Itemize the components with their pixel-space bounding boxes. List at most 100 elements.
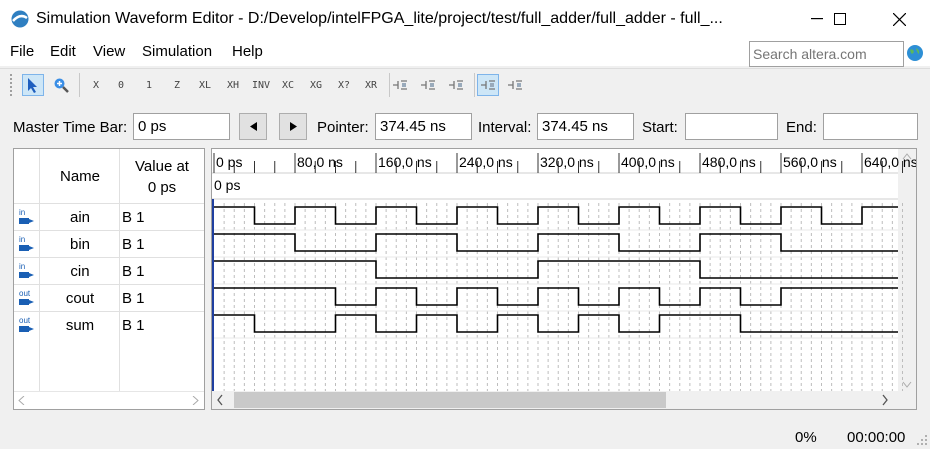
zoom-tool-icon[interactable]	[50, 74, 72, 96]
input-pin-icon: in	[19, 262, 34, 278]
resize-grip-icon[interactable]	[916, 434, 928, 446]
signal-value: B 1	[122, 236, 145, 253]
close-icon	[892, 12, 906, 26]
pointer-field[interactable]: 374.45 ns	[375, 113, 472, 140]
force-weak-high-label: XH	[226, 79, 240, 91]
time-tick-label: 480,0 ns	[702, 154, 756, 170]
triangle-left-icon	[249, 122, 257, 131]
invert-icon[interactable]: INV	[250, 74, 272, 96]
signal-row-ain[interactable]: in ain B 1	[14, 203, 204, 230]
signal-trace	[214, 206, 898, 225]
invert-label: INV	[251, 79, 271, 91]
end-label: End:	[786, 119, 817, 136]
force-low-label: 0	[117, 79, 125, 91]
value-column-header-line2: 0 ps	[147, 179, 177, 196]
toolbar-grip[interactable]	[10, 74, 13, 96]
horizontal-scroll-thumb[interactable]	[234, 392, 666, 408]
time-tick-label: 160,0 ns	[378, 154, 432, 170]
output-pin-icon: out	[19, 316, 34, 332]
svg-text:out: out	[19, 289, 31, 298]
waveform-horizontal-scrollbar[interactable]	[212, 391, 916, 409]
random-values-icon[interactable]: X?	[333, 74, 355, 96]
value-column-header-line1[interactable]: Value at	[120, 158, 204, 175]
force-weak-low-label: XL	[198, 79, 212, 91]
align-icon[interactable]	[417, 74, 439, 96]
signal-trace	[214, 314, 898, 333]
signal-name: sum	[65, 317, 95, 334]
menu-view[interactable]: View	[93, 43, 125, 60]
signal-trace	[214, 260, 898, 279]
start-label: Start:	[642, 119, 678, 136]
master-time-bar-label: Master Time Bar:	[13, 119, 128, 136]
signal-list-panel: Name Value at 0 ps in ain B 1 in bin B 1 in cin…	[13, 148, 205, 410]
signal-value: B 1	[122, 317, 145, 334]
time-ruler[interactable]: 0 ps 80,0 ns 160,0 ns 240,0 ns 320,0 ns 400,0…	[213, 153, 916, 173]
signal-row-cout[interactable]: out cout B 1	[14, 284, 204, 311]
time-tick-label: 640,0 ns	[864, 154, 916, 170]
menu-help[interactable]: Help	[232, 43, 263, 60]
overwrite-clock-icon[interactable]: XG	[305, 74, 327, 96]
elapsed-time-text: 00:00:00	[847, 429, 906, 446]
window-title: Simulation Waveform Editor - D:/Develop/…	[36, 10, 723, 27]
force-weak-low-icon[interactable]: XL	[194, 74, 216, 96]
dont-care-label: XR	[364, 79, 378, 91]
signal-trace	[214, 233, 898, 252]
previous-transition-button[interactable]	[239, 113, 267, 140]
menu-file[interactable]: File	[10, 43, 34, 60]
svg-text:out: out	[19, 316, 31, 325]
close-button[interactable]	[876, 0, 922, 38]
force-unknown-label: X	[92, 79, 100, 91]
overwrite-icon[interactable]	[477, 74, 499, 96]
input-pin-icon: in	[19, 208, 34, 224]
progress-text: 0%	[795, 429, 817, 446]
signal-trace	[214, 287, 898, 306]
toolbar-separator	[474, 73, 475, 97]
names-horizontal-scrollbar[interactable]	[14, 391, 204, 409]
menu-edit[interactable]: Edit	[50, 43, 76, 60]
time-grid	[223, 203, 903, 391]
force-high-impedance-icon[interactable]: Z	[166, 74, 188, 96]
signal-name: bin	[69, 236, 91, 253]
start-field[interactable]	[685, 113, 778, 140]
signal-name: ain	[69, 209, 91, 226]
waveform-canvas[interactable]: 0 ps 80,0 ns 160,0 ns 240,0 ns 320,0 ns 400,0…	[212, 149, 916, 409]
arrange-icon[interactable]	[445, 74, 467, 96]
master-time-bar-field[interactable]: 0 ps	[133, 113, 230, 140]
interval-field[interactable]: 374.45 ns	[537, 113, 634, 140]
waveform-panel[interactable]: 0 ps 80,0 ns 160,0 ns 240,0 ns 320,0 ns 400,0…	[211, 148, 917, 410]
random-values-label: X?	[337, 79, 351, 91]
app-icon	[11, 10, 29, 28]
svg-text:in: in	[19, 235, 25, 244]
count-value-icon[interactable]: XC	[277, 74, 299, 96]
force-high-impedance-label: Z	[173, 79, 181, 91]
next-transition-button[interactable]	[279, 113, 307, 140]
title-bar: Simulation Waveform Editor - D:/Develop/…	[0, 0, 930, 38]
selection-tool-icon[interactable]	[22, 74, 44, 96]
force-low-icon[interactable]: 0	[110, 74, 132, 96]
globe-icon[interactable]	[906, 44, 924, 62]
maximize-button[interactable]	[817, 0, 863, 38]
end-field[interactable]	[823, 113, 918, 140]
status-bar: 0% 00:00:00	[0, 420, 930, 449]
output-pin-icon: out	[19, 289, 34, 305]
waveform-vertical-scrollbar[interactable]	[898, 149, 916, 391]
force-high-icon[interactable]: 1	[138, 74, 160, 96]
menu-simulation[interactable]: Simulation	[142, 43, 212, 60]
signal-row-bin[interactable]: in bin B 1	[14, 230, 204, 257]
signal-value: B 1	[122, 263, 145, 280]
grid-icon[interactable]	[504, 74, 526, 96]
force-weak-high-icon[interactable]: XH	[222, 74, 244, 96]
overwrite-clock-label: XG	[309, 79, 323, 91]
search-input[interactable]	[749, 41, 904, 67]
signal-row-sum[interactable]: out sum B 1	[14, 311, 204, 338]
scroll-right-icon[interactable]	[192, 396, 199, 405]
name-column-header[interactable]: Name	[40, 168, 120, 185]
force-unknown-icon[interactable]: X	[85, 74, 107, 96]
svg-text:in: in	[19, 262, 25, 271]
time-tick-label: 80,0 ns	[297, 154, 343, 170]
snap-to-grid-icon[interactable]	[389, 74, 411, 96]
input-pin-icon: in	[19, 235, 34, 251]
dont-care-icon[interactable]: XR	[360, 74, 382, 96]
signal-row-cin[interactable]: in cin B 1	[14, 257, 204, 284]
scroll-left-icon[interactable]	[18, 396, 25, 405]
